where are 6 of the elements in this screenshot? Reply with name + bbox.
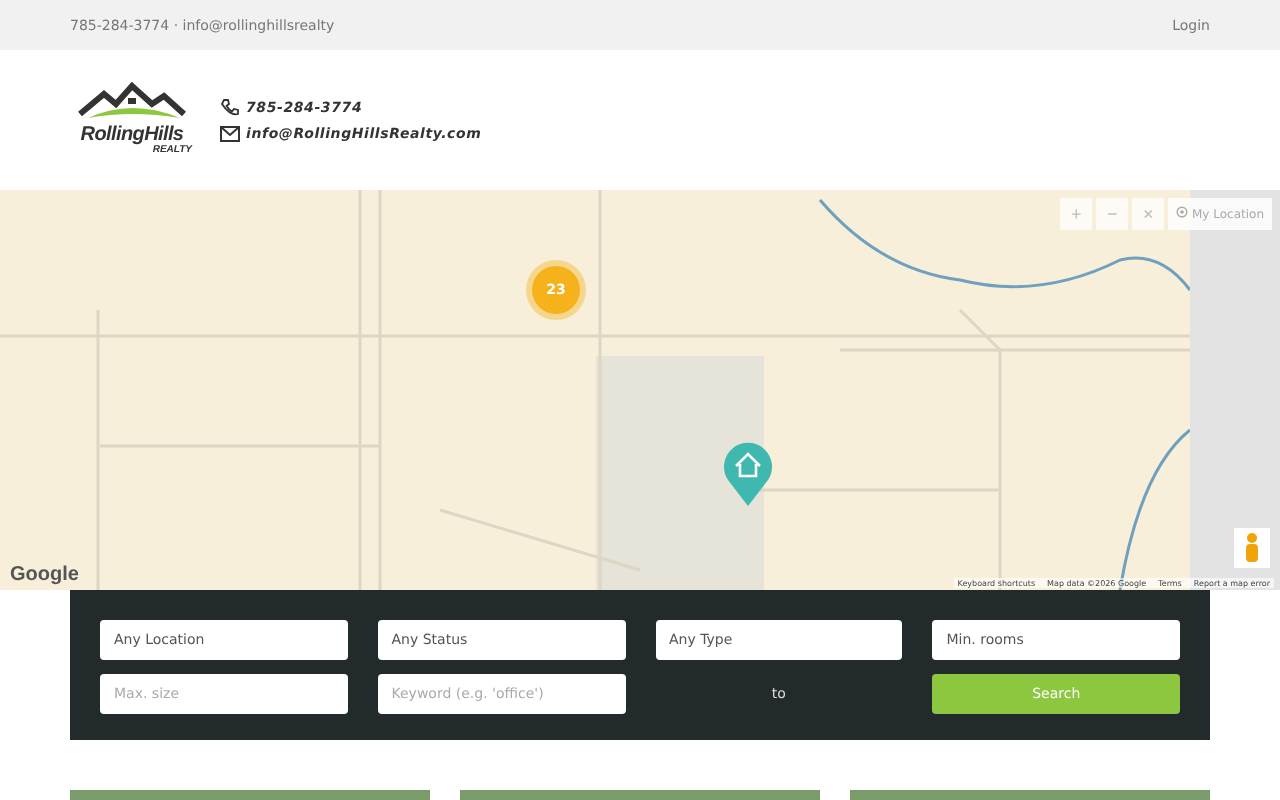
location-target-icon [1176,206,1189,218]
house-pin-icon[interactable] [722,438,774,506]
envelope-icon [220,126,240,142]
phone-icon [220,98,240,118]
person-icon[interactable] [1234,528,1270,568]
map-provider-logo: Google [10,564,79,586]
